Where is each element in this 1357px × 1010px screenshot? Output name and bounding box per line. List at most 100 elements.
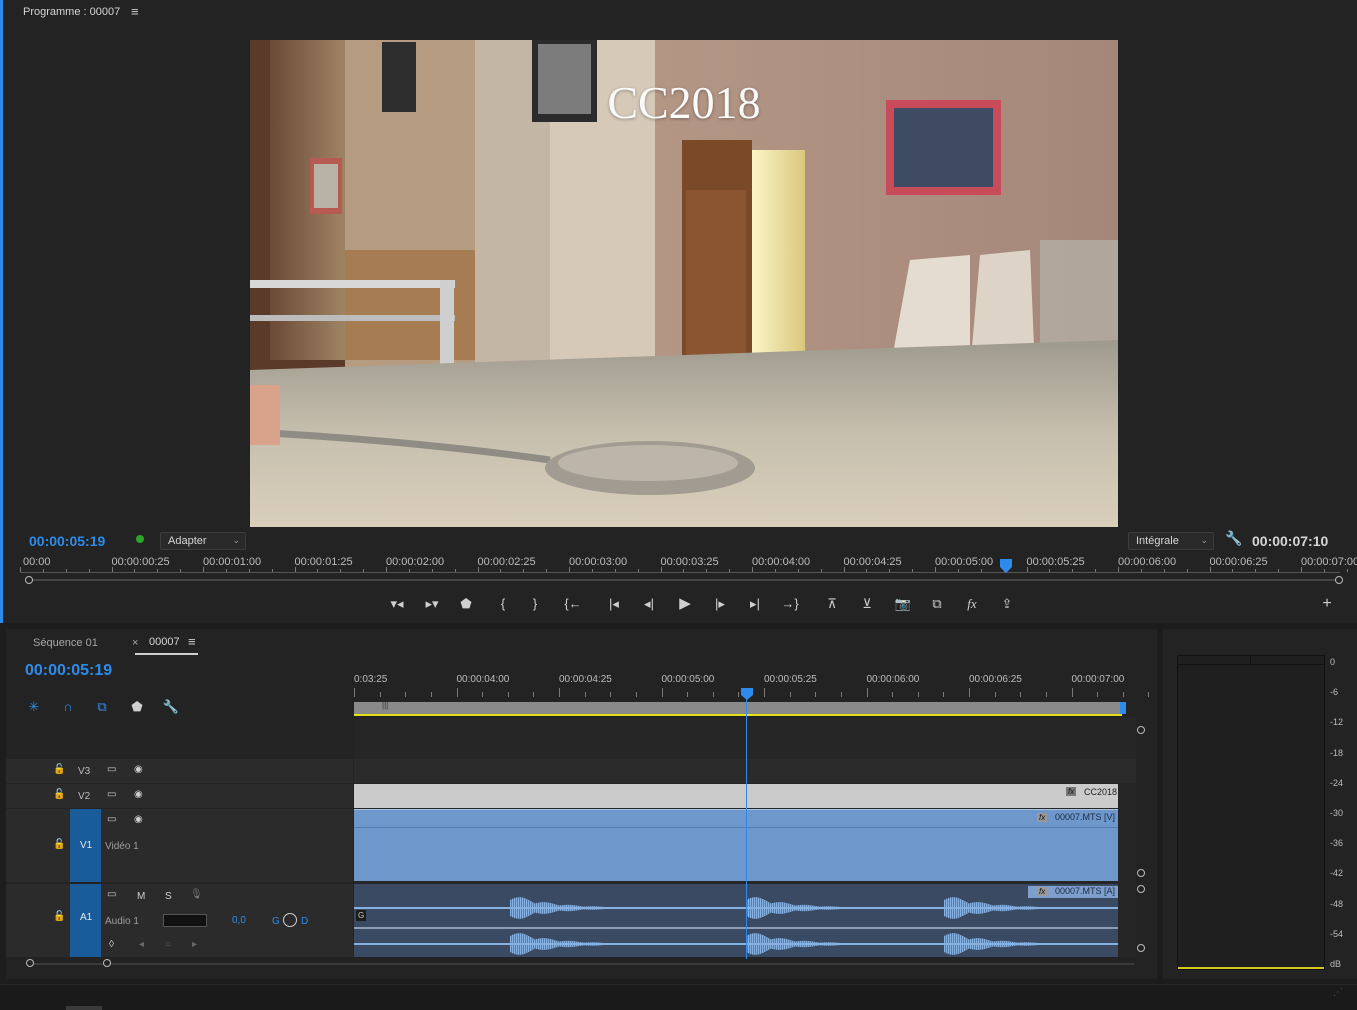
scrollbar-left-handle[interactable] bbox=[25, 576, 33, 584]
mute-button[interactable]: M bbox=[137, 891, 145, 902]
timeline-playhead-line[interactable] bbox=[746, 697, 747, 959]
lock-icon[interactable]: 🔓 bbox=[53, 789, 65, 800]
add-marker-icon[interactable]: ⬟ bbox=[127, 698, 147, 716]
fx-icon[interactable]: fx bbox=[962, 595, 982, 613]
waveform-sample bbox=[998, 904, 1000, 912]
work-area-grip-icon[interactable]: ||| bbox=[382, 701, 388, 710]
program-ruler-tick-mark bbox=[203, 567, 204, 572]
title-clip[interactable]: fx CC2018 bbox=[354, 784, 1118, 808]
resize-grip-icon[interactable]: ⋰ bbox=[1333, 987, 1343, 998]
scrollbar-left-handle[interactable] bbox=[26, 959, 34, 967]
wrench-settings-icon[interactable]: 🔧 bbox=[1225, 530, 1242, 547]
comparison-view-icon[interactable]: ⧉ bbox=[927, 595, 947, 613]
track-name-a1: Audio 1 bbox=[105, 916, 139, 927]
scroll-handle-bottom[interactable] bbox=[1137, 944, 1145, 952]
eye-icon[interactable]: ◉ bbox=[134, 814, 143, 825]
tab-00007[interactable]: 00007 bbox=[149, 636, 180, 648]
track-volume-slider[interactable] bbox=[163, 914, 207, 927]
program-ruler-tick: 00:00:03:00 bbox=[569, 556, 628, 568]
waveform-sample bbox=[844, 907, 846, 909]
program-time-ruler[interactable]: 00:00 00:00:00:25 00:00:01:00 00:00:01:25 00… bbox=[20, 556, 1357, 574]
waveform-sample bbox=[1072, 943, 1074, 945]
wrench-settings-icon[interactable]: 🔧 bbox=[161, 698, 181, 716]
program-monitor-title[interactable]: Programme : 00007 bbox=[23, 6, 120, 18]
step-back-icon[interactable]: ◂| bbox=[639, 595, 659, 613]
program-video-frame[interactable]: CC2018 bbox=[250, 40, 1118, 527]
insert-nest-icon[interactable]: ✳ bbox=[24, 698, 44, 716]
scroll-handle-top[interactable] bbox=[1137, 726, 1145, 734]
add-marker-icon[interactable]: ⬟ bbox=[456, 595, 476, 613]
waveform-sample bbox=[878, 907, 880, 909]
tab-close-icon[interactable]: × bbox=[132, 637, 138, 649]
vertical-scrollbar[interactable] bbox=[1136, 719, 1148, 959]
go-to-previous-edit-icon[interactable]: |◂ bbox=[604, 595, 624, 613]
source-patch-a1[interactable]: A1 bbox=[70, 884, 101, 957]
lock-icon[interactable]: 🔓 bbox=[53, 764, 65, 775]
sync-lock-icon[interactable]: ▭ bbox=[107, 789, 116, 800]
snap-magnet-icon[interactable]: ∩ bbox=[58, 698, 78, 716]
scroll-handle-audio-top[interactable] bbox=[1137, 885, 1145, 893]
extract-icon[interactable]: ⊻ bbox=[857, 595, 877, 613]
eye-icon[interactable]: ◉ bbox=[134, 789, 143, 800]
quality-dropdown[interactable]: Intégrale ⌄ bbox=[1128, 532, 1214, 550]
source-patch-v1[interactable]: V1 bbox=[70, 809, 101, 882]
pan-knob[interactable] bbox=[283, 913, 297, 927]
sync-lock-icon[interactable]: ▭ bbox=[107, 814, 116, 825]
program-playhead-marker[interactable] bbox=[999, 558, 1013, 574]
next-keyframe-icon[interactable]: ▸ bbox=[192, 939, 197, 950]
audio-clip[interactable]: fx 00007.MTS [A] G bbox=[354, 884, 1118, 957]
track-label-v3[interactable]: V3 bbox=[78, 766, 90, 777]
keyframe-toggle-icon[interactable]: ◊ bbox=[109, 939, 114, 950]
microphone-icon[interactable]: 🎙 bbox=[190, 889, 203, 900]
add-keyframe-icon[interactable]: ○ bbox=[165, 939, 171, 950]
out-point-marker[interactable] bbox=[1120, 702, 1126, 714]
waveform-sample bbox=[780, 938, 782, 950]
mark-out-bracket-icon[interactable]: } bbox=[525, 595, 545, 613]
track-label-v2[interactable]: V2 bbox=[78, 791, 90, 802]
program-playhead-timecode[interactable]: 00:00:05:19 bbox=[29, 533, 105, 549]
timeline-playhead-marker[interactable] bbox=[740, 687, 754, 701]
mark-out-icon[interactable]: ▸▾ bbox=[422, 595, 442, 613]
waveform-sample bbox=[584, 942, 586, 946]
go-to-in-icon[interactable]: {← bbox=[563, 595, 583, 613]
lift-icon[interactable]: ⊼ bbox=[822, 595, 842, 613]
waveform-sample bbox=[796, 905, 798, 911]
track-label-v1: V1 bbox=[80, 840, 93, 851]
waveform-sample bbox=[1018, 942, 1020, 946]
scrollbar-right-handle[interactable] bbox=[103, 959, 111, 967]
sync-lock-icon[interactable]: ▭ bbox=[107, 889, 116, 900]
scrollbar-right-handle[interactable] bbox=[1335, 576, 1343, 584]
scroll-handle-mid[interactable] bbox=[1137, 869, 1145, 877]
export-frame-icon[interactable]: 📷 bbox=[893, 595, 913, 613]
solo-button[interactable]: S bbox=[165, 891, 172, 902]
go-to-next-edit-icon[interactable]: ▸| bbox=[745, 595, 765, 613]
tab-sequence-01[interactable]: Séquence 01 bbox=[33, 637, 98, 649]
add-button-icon[interactable]: + bbox=[1317, 595, 1337, 613]
lock-icon[interactable]: 🔓 bbox=[53, 839, 65, 850]
track-lane-v3[interactable] bbox=[354, 759, 1136, 783]
mark-in-bracket-icon[interactable]: { bbox=[493, 595, 513, 613]
hamburger-menu-icon[interactable]: ≡ bbox=[188, 634, 196, 649]
mark-in-icon[interactable]: ▾◂ bbox=[387, 595, 407, 613]
previous-keyframe-icon[interactable]: ◂ bbox=[139, 939, 144, 950]
lock-icon[interactable]: 🔓 bbox=[53, 911, 65, 922]
sync-lock-icon[interactable]: ▭ bbox=[107, 764, 116, 775]
go-to-out-icon[interactable]: →} bbox=[780, 595, 800, 613]
video-clip[interactable]: fx 00007.MTS [V] bbox=[354, 809, 1118, 881]
waveform-sample bbox=[972, 902, 974, 914]
timeline-playhead-timecode[interactable]: 00:00:05:19 bbox=[25, 662, 112, 680]
work-area-bar[interactable]: ||| bbox=[354, 701, 1122, 714]
eye-icon[interactable]: ◉ bbox=[134, 764, 143, 775]
hamburger-menu-icon[interactable]: ≡ bbox=[131, 4, 139, 19]
track-volume-value[interactable]: 0,0 bbox=[232, 915, 246, 926]
program-zoom-scrollbar[interactable] bbox=[25, 576, 1343, 584]
timeline-horizontal-scrollbar[interactable] bbox=[26, 959, 1136, 969]
program-ruler-tick: 00:00:05:00 bbox=[935, 556, 994, 568]
fit-dropdown[interactable]: Adapter ⌄ bbox=[160, 532, 246, 550]
step-forward-icon[interactable]: |▸ bbox=[710, 595, 730, 613]
play-icon[interactable]: ▶ bbox=[675, 595, 695, 613]
linked-selection-icon[interactable]: ⧉ bbox=[92, 698, 112, 716]
export-icon[interactable]: ⇪ bbox=[997, 595, 1017, 613]
waveform-sample bbox=[812, 941, 814, 947]
timeline-time-ruler[interactable]: 0:03:25 00:00:04:00 00:00:04:25 00:00:05:00… bbox=[354, 671, 1150, 701]
